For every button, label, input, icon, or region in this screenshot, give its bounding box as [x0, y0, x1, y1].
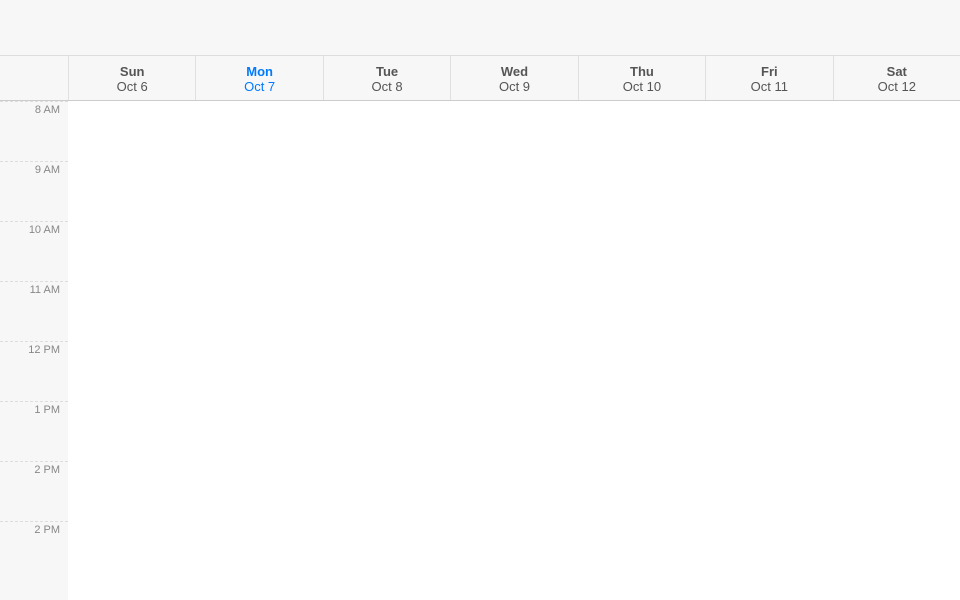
day-name: Mon [200, 64, 318, 79]
time-label-1-pm: 1 PM [0, 401, 68, 461]
day-header-oct-10: ThuOct 10 [578, 56, 705, 100]
time-label-11-am: 11 AM [0, 281, 68, 341]
day-date: Oct 11 [710, 79, 828, 94]
day-name: Thu [583, 64, 701, 79]
day-name: Wed [455, 64, 573, 79]
day-date: Oct 12 [838, 79, 956, 94]
time-label-9-am: 9 AM [0, 161, 68, 221]
day-date: Oct 7 [200, 79, 318, 94]
day-date: Oct 8 [328, 79, 446, 94]
time-column: 8 AM9 AM10 AM11 AM12 PM1 PM2 PM2 PM [0, 101, 68, 600]
day-header-oct-7: MonOct 7 [195, 56, 322, 100]
day-date: Oct 10 [583, 79, 701, 94]
time-label-2-pm: 2 PM [0, 461, 68, 521]
day-header-oct-6: SunOct 6 [68, 56, 195, 100]
day-header-oct-8: TueOct 8 [323, 56, 450, 100]
day-header-oct-9: WedOct 9 [450, 56, 577, 100]
time-label-extra: 2 PM [0, 521, 68, 581]
calendar-header [0, 0, 960, 56]
day-date: Oct 9 [455, 79, 573, 94]
day-date: Oct 6 [73, 79, 191, 94]
day-name: Fri [710, 64, 828, 79]
day-name: Tue [328, 64, 446, 79]
time-label-10-am: 10 AM [0, 221, 68, 281]
day-header-oct-12: SatOct 12 [833, 56, 960, 100]
day-name: Sun [73, 64, 191, 79]
time-label-12-pm: 12 PM [0, 341, 68, 401]
day-name: Sat [838, 64, 956, 79]
time-label-corner [0, 56, 68, 100]
day-headers: SunOct 6MonOct 7TueOct 8WedOct 9ThuOct 1… [0, 56, 960, 101]
calendar-body: SunOct 6MonOct 7TueOct 8WedOct 9ThuOct 1… [0, 56, 960, 600]
calendar-grid: 8 AM9 AM10 AM11 AM12 PM1 PM2 PM2 PM [0, 101, 960, 600]
day-header-oct-11: FriOct 11 [705, 56, 832, 100]
time-label-8-am: 8 AM [0, 101, 68, 161]
